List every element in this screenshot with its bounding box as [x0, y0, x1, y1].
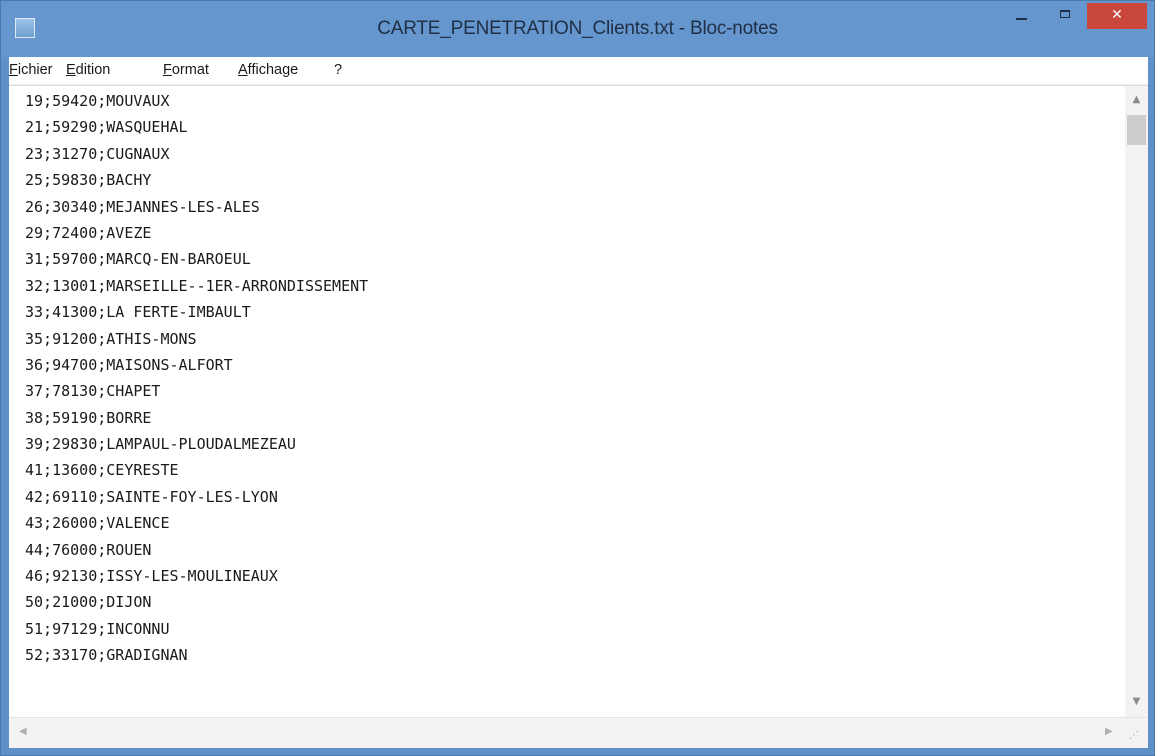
text-line: 38;59190;BORRE [25, 408, 152, 427]
maximize-button[interactable] [1047, 1, 1085, 29]
text-line: 23;31270;CUGNAUX [25, 144, 170, 163]
maximize-icon [1060, 10, 1070, 18]
scroll-up-icon[interactable]: ▲ [1125, 94, 1148, 105]
text-line: 33;41300;LA FERTE-IMBAULT [25, 303, 251, 322]
scroll-left-icon[interactable]: ◀ [19, 726, 27, 737]
text-line: 43;26000;VALENCE [25, 514, 170, 533]
menu-affichage[interactable]: Affichage [238, 62, 298, 78]
minimize-button[interactable] [1003, 1, 1041, 29]
window-title: CARTE_PENETRATION_Clients.txt - Bloc-not… [377, 18, 778, 39]
menu-help[interactable]: ? [334, 62, 342, 78]
text-line: 52;33170;GRADIGNAN [25, 646, 188, 665]
scroll-down-icon[interactable]: ▼ [1125, 696, 1148, 707]
text-line: 41;13600;CEYRESTE [25, 461, 179, 480]
text-line: 44;76000;ROUEN [25, 540, 152, 559]
horizontal-scrollbar[interactable]: ◀ ▶ ⋰ [9, 717, 1148, 748]
text-line: 39;29830;LAMPAUL-PLOUDALMEZEAU [25, 435, 296, 454]
text-line: 29;72400;AVEZE [25, 223, 152, 242]
vertical-scrollbar[interactable]: ▲ ▼ [1125, 86, 1148, 717]
scroll-thumb[interactable] [1127, 115, 1146, 145]
text-line: 35;91200;ATHIS-MONS [25, 329, 197, 348]
resize-grip-icon[interactable]: ⋰ [1129, 730, 1141, 742]
text-line: 32;13001;MARSEILLE--1ER-ARRONDISSEMENT [25, 276, 369, 295]
menu-fichier[interactable]: Fichier [9, 62, 53, 78]
title-bar[interactable]: CARTE_PENETRATION_Clients.txt - Bloc-not… [1, 1, 1154, 57]
text-line: 25;59830;BACHY [25, 171, 152, 190]
text-line: 26;30340;MEJANNES-LES-ALES [25, 197, 260, 216]
text-line: 36;94700;MAISONS-ALFORT [25, 355, 233, 374]
notepad-window: CARTE_PENETRATION_Clients.txt - Bloc-not… [0, 0, 1155, 756]
menu-format[interactable]: Format [163, 62, 209, 78]
text-content[interactable]: 19;59420;MOUVAUX 21;59290;WASQUEHAL 23;3… [25, 88, 1120, 713]
menu-bar: Fichier Edition Format Affichage ? [9, 57, 1148, 85]
text-line: 46;92130;ISSY-LES-MOULINEAUX [25, 567, 278, 586]
text-line: 51;97129;INCONNU [25, 619, 170, 638]
text-line: 50;21000;DIJON [25, 593, 152, 612]
scroll-right-icon[interactable]: ▶ [1105, 726, 1113, 737]
text-editor[interactable]: 19;59420;MOUVAUX 21;59290;WASQUEHAL 23;3… [9, 85, 1148, 717]
close-icon: ✕ [1111, 7, 1123, 23]
minimize-icon [1016, 18, 1027, 20]
text-line: 19;59420;MOUVAUX [25, 92, 170, 110]
text-line: 21;59290;WASQUEHAL [25, 118, 188, 137]
text-line: 42;69110;SAINTE-FOY-LES-LYON [25, 487, 278, 506]
text-line: 37;78130;CHAPET [25, 382, 161, 401]
close-button[interactable]: ✕ [1087, 3, 1147, 29]
menu-edition[interactable]: Edition [66, 62, 110, 78]
text-line: 31;59700;MARCQ-EN-BAROEUL [25, 250, 251, 269]
